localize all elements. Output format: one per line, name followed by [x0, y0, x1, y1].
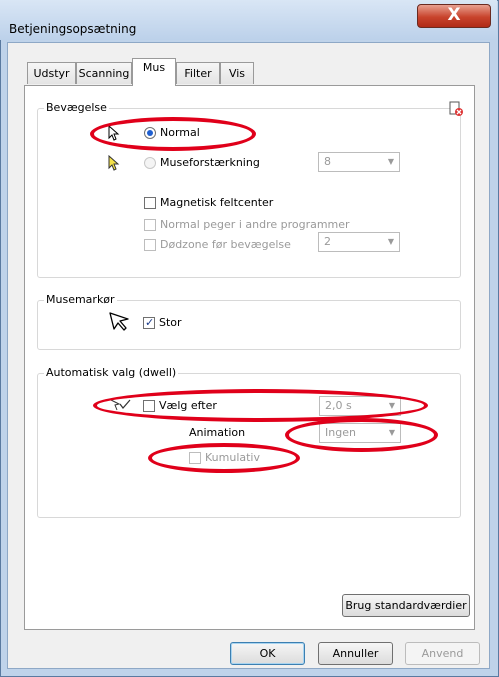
apply-button[interactable]: Anvend — [405, 642, 480, 665]
group-musemarkor-title: Musemarkør — [44, 293, 117, 306]
normal-other-checkbox[interactable] — [144, 219, 156, 231]
amplify-combo[interactable]: 8 ▼ — [318, 152, 400, 172]
window-title: Betjeningsopsætning — [9, 22, 137, 36]
deadzone-combo[interactable]: 2 ▼ — [318, 232, 400, 252]
tab-udstyr[interactable]: Udstyr — [27, 62, 76, 84]
cancel-button[interactable]: Annuller — [318, 642, 393, 665]
chevron-down-icon: ▼ — [387, 157, 394, 166]
animation-label: Animation — [189, 426, 246, 439]
tab-filter[interactable]: Filter — [176, 62, 220, 84]
pointer-yellow-icon — [108, 154, 120, 174]
cursor-reset-icon[interactable] — [448, 101, 464, 117]
check-icon: ✓ — [145, 316, 155, 329]
large-pointer-label: Stor — [159, 316, 182, 329]
amplify-radio[interactable] — [144, 157, 156, 169]
deadzone-label: Dødzone før bevægelse — [160, 238, 291, 251]
deadzone-value: 2 — [324, 235, 331, 248]
tab-scanning[interactable]: Scanning — [76, 62, 132, 84]
annotation-ellipse-cumulative — [148, 443, 300, 473]
tab-vis[interactable]: Vis — [220, 62, 254, 84]
magnetic-checkbox[interactable] — [144, 197, 156, 209]
group-dwell-title: Automatisk valg (dwell) — [44, 366, 179, 379]
close-button[interactable]: X — [417, 4, 491, 28]
annotation-ellipse-animation — [285, 418, 438, 452]
ok-button[interactable]: OK — [230, 642, 305, 665]
chevron-down-icon: ▼ — [387, 237, 394, 246]
reset-defaults-button[interactable]: Brug standardværdier — [342, 594, 470, 617]
group-musemarkor — [37, 300, 461, 350]
annotation-ellipse-select-after — [93, 389, 428, 422]
large-pointer-checkbox[interactable]: ✓ — [143, 316, 155, 329]
annotation-ellipse-normal — [90, 117, 256, 151]
group-bevaegelse-title: Bevægelse — [44, 101, 109, 114]
normal-other-label: Normal peger i andre programmer — [160, 218, 350, 231]
tab-mus[interactable]: Mus — [132, 58, 176, 86]
deadzone-checkbox[interactable] — [144, 239, 156, 251]
amplify-value: 8 — [324, 155, 331, 168]
large-pointer-icon — [108, 311, 130, 334]
magnetic-label: Magnetisk feltcenter — [160, 196, 274, 209]
amplify-label: Museforstærkning — [160, 156, 260, 169]
